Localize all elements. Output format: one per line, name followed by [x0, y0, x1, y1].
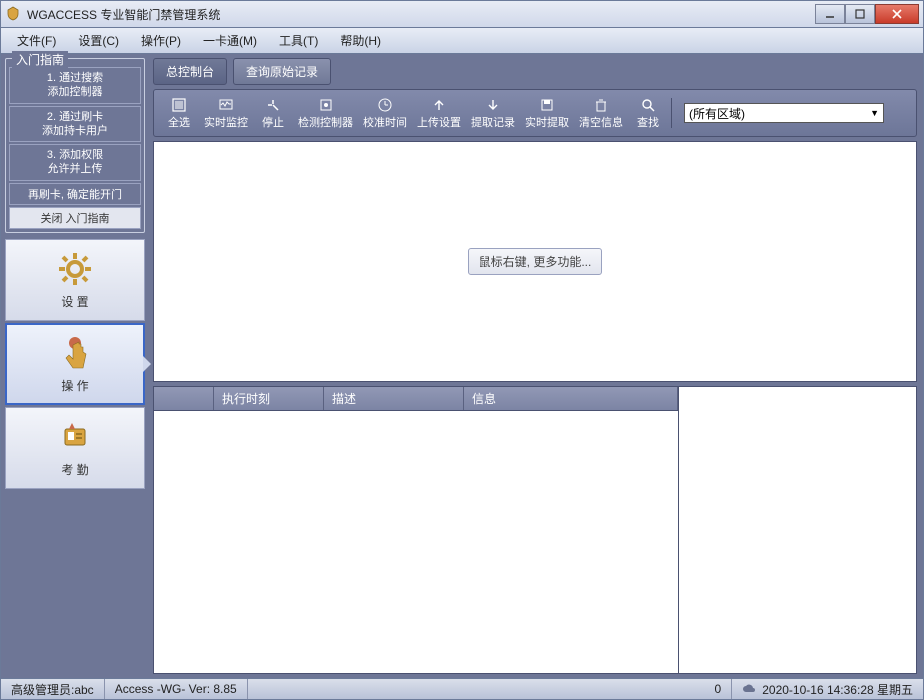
log-table-body[interactable]: [154, 411, 678, 673]
chevron-down-icon: ▼: [870, 108, 879, 118]
area-select[interactable]: (所有区域) ▼: [684, 103, 884, 123]
sidebar-attendance-label: 考 勤: [61, 461, 88, 478]
guide-confirm[interactable]: 再刷卡, 确定能开门: [9, 183, 141, 205]
tabs: 总控制台 查询原始记录: [153, 58, 917, 85]
tool-fetch[interactable]: 提取记录: [467, 94, 519, 132]
app-icon: [5, 6, 21, 22]
content-area: 总控制台 查询原始记录 全选 实时监控 停止 检测控制器 校准时间: [149, 54, 923, 678]
sidebar-settings-label: 设 置: [61, 293, 88, 310]
menu-bar: 文件(F) 设置(C) 操作(P) 一卡通(M) 工具(T) 帮助(H): [0, 28, 924, 54]
sidebar-operate-label: 操 作: [61, 377, 88, 394]
guide-legend: 入门指南: [12, 51, 68, 68]
monitor-icon: [216, 96, 236, 114]
badge-icon: [55, 417, 95, 457]
guide-step-1-sub: 添加控制器: [14, 85, 136, 99]
search-icon: [638, 96, 658, 114]
menu-operate[interactable]: 操作(P): [131, 29, 191, 52]
tool-detect-label: 检测控制器: [298, 114, 353, 130]
log-table-header: 执行时刻 描述 信息: [154, 387, 678, 411]
log-col-time[interactable]: 执行时刻: [214, 387, 324, 410]
guide-step-1[interactable]: 1. 通过搜索 添加控制器: [9, 67, 141, 104]
toolbar-separator: [671, 98, 672, 128]
guide-step-2[interactable]: 2. 通过刷卡 添加持卡用户: [9, 106, 141, 143]
tool-monitor-label: 实时监控: [204, 114, 248, 130]
guide-panel: 入门指南 1. 通过搜索 添加控制器 2. 通过刷卡 添加持卡用户 3. 添加权…: [5, 58, 145, 233]
menu-settings[interactable]: 设置(C): [68, 29, 129, 52]
area-select-value: (所有区域): [689, 105, 745, 122]
tool-monitor[interactable]: 实时监控: [200, 94, 252, 132]
tool-realtime-fetch-label: 实时提取: [525, 114, 569, 130]
tool-upload-label: 上传设置: [417, 114, 461, 130]
log-col-index[interactable]: [154, 387, 214, 410]
sidebar-settings-button[interactable]: 设 置: [5, 239, 145, 321]
tool-stop-label: 停止: [262, 114, 284, 130]
guide-close-button[interactable]: 关闭 入门指南: [9, 207, 141, 229]
tool-find[interactable]: 查找: [629, 94, 667, 132]
menu-file[interactable]: 文件(F): [7, 29, 66, 52]
status-bar: 高级管理员:abc Access -WG- Ver: 8.85 0 2020-1…: [0, 678, 924, 700]
clock-icon: [375, 96, 395, 114]
guide-step-2-title: 2. 通过刷卡: [14, 110, 136, 124]
log-table: 执行时刻 描述 信息: [153, 386, 679, 674]
title-bar: WGACCESS 专业智能门禁管理系统: [0, 0, 924, 28]
menu-card[interactable]: 一卡通(M): [193, 29, 267, 52]
tab-console[interactable]: 总控制台: [153, 58, 227, 85]
trash-icon: [591, 96, 611, 114]
menu-tools[interactable]: 工具(T): [269, 29, 328, 52]
tool-clear[interactable]: 清空信息: [575, 94, 627, 132]
minimize-button[interactable]: [815, 4, 845, 24]
sidebar: 入门指南 1. 通过搜索 添加控制器 2. 通过刷卡 添加持卡用户 3. 添加权…: [1, 54, 149, 678]
window-controls: [815, 4, 919, 24]
guide-step-3[interactable]: 3. 添加权限 允许并上传: [9, 144, 141, 181]
workspace[interactable]: 鼠标右键, 更多功能...: [153, 141, 917, 382]
log-col-info[interactable]: 信息: [464, 387, 678, 410]
status-datetime-text: 2020-10-16 14:36:28 星期五: [762, 681, 913, 698]
status-count: 0: [248, 679, 733, 699]
maximize-button[interactable]: [845, 4, 875, 24]
tool-select-all[interactable]: 全选: [160, 94, 198, 132]
log-col-desc[interactable]: 描述: [324, 387, 464, 410]
detect-icon: [316, 96, 336, 114]
guide-step-2-sub: 添加持卡用户: [14, 124, 136, 138]
sidebar-operate-button[interactable]: 操 作: [5, 323, 145, 405]
sidebar-attendance-button[interactable]: 考 勤: [5, 407, 145, 489]
select-all-icon: [169, 96, 189, 114]
main-area: 入门指南 1. 通过搜索 添加控制器 2. 通过刷卡 添加持卡用户 3. 添加权…: [0, 54, 924, 678]
close-button[interactable]: [875, 4, 919, 24]
gear-icon: [55, 249, 95, 289]
download-icon: [483, 96, 503, 114]
save-icon: [537, 96, 557, 114]
cloud-icon: [742, 683, 756, 695]
tool-stop[interactable]: 停止: [254, 94, 292, 132]
guide-step-1-title: 1. 通过搜索: [14, 71, 136, 85]
stop-icon: [263, 96, 283, 114]
status-user: 高级管理员:abc: [1, 679, 105, 699]
guide-step-3-title: 3. 添加权限: [14, 148, 136, 162]
tool-detect[interactable]: 检测控制器: [294, 94, 357, 132]
tool-upload[interactable]: 上传设置: [413, 94, 465, 132]
bottom-panels: 执行时刻 描述 信息: [153, 386, 917, 674]
toolbar: 全选 实时监控 停止 检测控制器 校准时间 上传设置: [153, 89, 917, 137]
hand-touch-icon: [55, 333, 95, 373]
status-version: Access -WG- Ver: 8.85: [105, 679, 248, 699]
tool-select-all-label: 全选: [168, 114, 190, 130]
status-datetime: 2020-10-16 14:36:28 星期五: [732, 679, 923, 699]
context-hint-button[interactable]: 鼠标右键, 更多功能...: [468, 248, 603, 275]
window-title: WGACCESS 专业智能门禁管理系统: [27, 6, 815, 23]
menu-help[interactable]: 帮助(H): [330, 29, 391, 52]
tool-calibrate-label: 校准时间: [363, 114, 407, 130]
detail-panel[interactable]: [679, 386, 917, 674]
tool-clear-label: 清空信息: [579, 114, 623, 130]
tool-fetch-label: 提取记录: [471, 114, 515, 130]
tool-calibrate[interactable]: 校准时间: [359, 94, 411, 132]
tool-find-label: 查找: [637, 114, 659, 130]
guide-step-3-sub: 允许并上传: [14, 162, 136, 176]
upload-icon: [429, 96, 449, 114]
tool-realtime-fetch[interactable]: 实时提取: [521, 94, 573, 132]
tab-query-records[interactable]: 查询原始记录: [233, 58, 331, 85]
